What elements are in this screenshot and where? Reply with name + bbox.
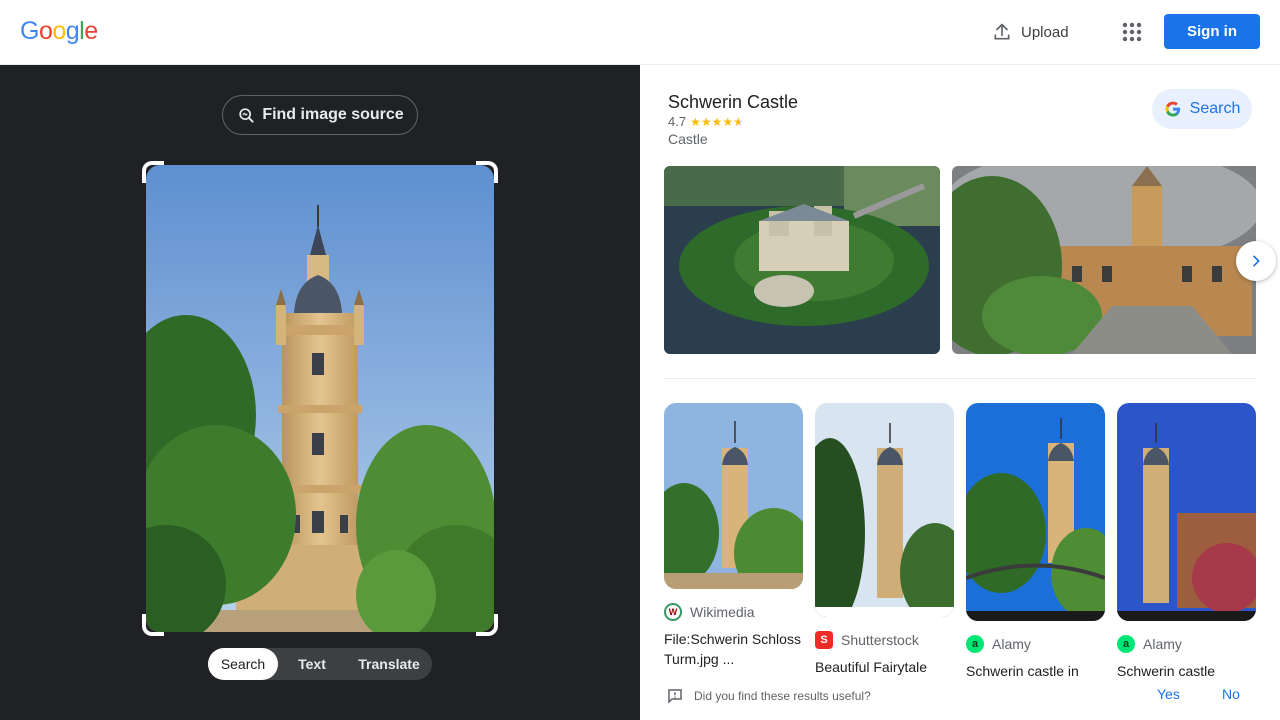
crop-handle-top-left[interactable] xyxy=(142,161,164,183)
result-source: W Wikimedia xyxy=(664,603,803,621)
top-bar: Google Upload Sign in xyxy=(0,0,1280,65)
upload-label: Upload xyxy=(1021,23,1069,41)
result-source: S Shutterstock xyxy=(815,631,954,649)
crop-handle-bottom-right[interactable] xyxy=(476,614,498,636)
entity-search-label: Search xyxy=(1189,100,1241,117)
rating-stars-icon: ★★★★★ ★ xyxy=(690,114,744,129)
feedback-bar: Did you find these results useful? Yes N… xyxy=(640,677,1280,720)
result-source-name: Alamy xyxy=(992,636,1031,652)
tab-translate[interactable]: Translate xyxy=(346,648,432,680)
result-card[interactable]: a Alamy Schwerin castle xyxy=(1117,403,1256,681)
chevron-right-icon xyxy=(1253,255,1260,267)
feedback-no-button[interactable]: No xyxy=(1222,686,1240,702)
result-thumbnail[interactable] xyxy=(815,403,954,617)
result-thumbnail[interactable] xyxy=(1117,403,1256,621)
rating-value: 4.7 xyxy=(668,114,687,129)
lens-mode-tabs: Search Text Translate xyxy=(208,648,432,680)
query-image-panel: Find image source Search Text Translate xyxy=(0,65,640,720)
upload-button[interactable]: Upload xyxy=(992,20,1069,44)
entity-title[interactable]: Schwerin Castle xyxy=(668,92,798,113)
crop-selection[interactable] xyxy=(142,161,498,636)
google-logo[interactable]: Google xyxy=(20,17,98,46)
tab-text[interactable]: Text xyxy=(278,648,346,680)
entity-image-aerial[interactable] xyxy=(664,166,940,354)
alamy-favicon-icon: a xyxy=(1117,635,1135,653)
results-panel: Schwerin Castle 4.7 ★★★★★ ★ Castle Search xyxy=(640,65,1280,720)
find-image-source-button[interactable]: Find image source xyxy=(222,95,418,135)
alamy-favicon-icon: a xyxy=(966,635,984,653)
query-image xyxy=(146,165,494,632)
result-card[interactable]: S Shutterstock Beautiful Fairytale xyxy=(815,403,954,677)
sign-in-button[interactable]: Sign in xyxy=(1164,14,1260,49)
google-g-icon xyxy=(1165,101,1180,117)
logo-letter: G xyxy=(20,17,39,45)
logo-letter: o xyxy=(52,17,66,45)
feedback-question: Did you find these results useful? xyxy=(694,689,871,703)
logo-letter: e xyxy=(84,17,98,45)
entity-search-button[interactable]: Search xyxy=(1152,89,1252,129)
result-source: a Alamy xyxy=(1117,635,1256,653)
result-card[interactable]: W Wikimedia File:Schwerin Schloss Turm.j… xyxy=(664,403,803,669)
apps-grid-icon[interactable] xyxy=(1120,20,1144,44)
entity-type: Castle xyxy=(668,131,708,147)
next-images-button[interactable] xyxy=(1236,241,1276,281)
crop-handle-bottom-left[interactable] xyxy=(142,614,164,636)
result-card[interactable]: a Alamy Schwerin castle in xyxy=(966,403,1105,681)
section-divider xyxy=(664,378,1256,379)
result-title[interactable]: Beautiful Fairytale xyxy=(815,657,954,677)
crop-handle-top-right[interactable] xyxy=(476,161,498,183)
logo-letter: o xyxy=(38,17,53,45)
entity-image-facade[interactable] xyxy=(952,166,1256,354)
shutterstock-favicon-icon: S xyxy=(815,631,833,649)
result-thumbnail[interactable] xyxy=(966,403,1105,621)
entity-rating: 4.7 ★★★★★ ★ xyxy=(668,114,744,129)
result-source-name: Alamy xyxy=(1143,636,1182,652)
result-source: a Alamy xyxy=(966,635,1105,653)
feedback-icon xyxy=(668,689,682,704)
wikimedia-favicon-icon: W xyxy=(664,603,682,621)
upload-icon xyxy=(994,23,1010,40)
find-image-source-label: Find image source xyxy=(262,106,404,123)
tab-search[interactable]: Search xyxy=(208,648,278,680)
result-thumbnail[interactable] xyxy=(664,403,803,589)
logo-letter: g xyxy=(65,17,80,45)
image-search-icon xyxy=(239,108,254,123)
result-title[interactable]: File:Schwerin Schloss Turm.jpg ... xyxy=(664,629,803,669)
result-source-name: Shutterstock xyxy=(841,632,919,648)
feedback-yes-button[interactable]: Yes xyxy=(1157,686,1180,702)
result-source-name: Wikimedia xyxy=(690,604,755,620)
